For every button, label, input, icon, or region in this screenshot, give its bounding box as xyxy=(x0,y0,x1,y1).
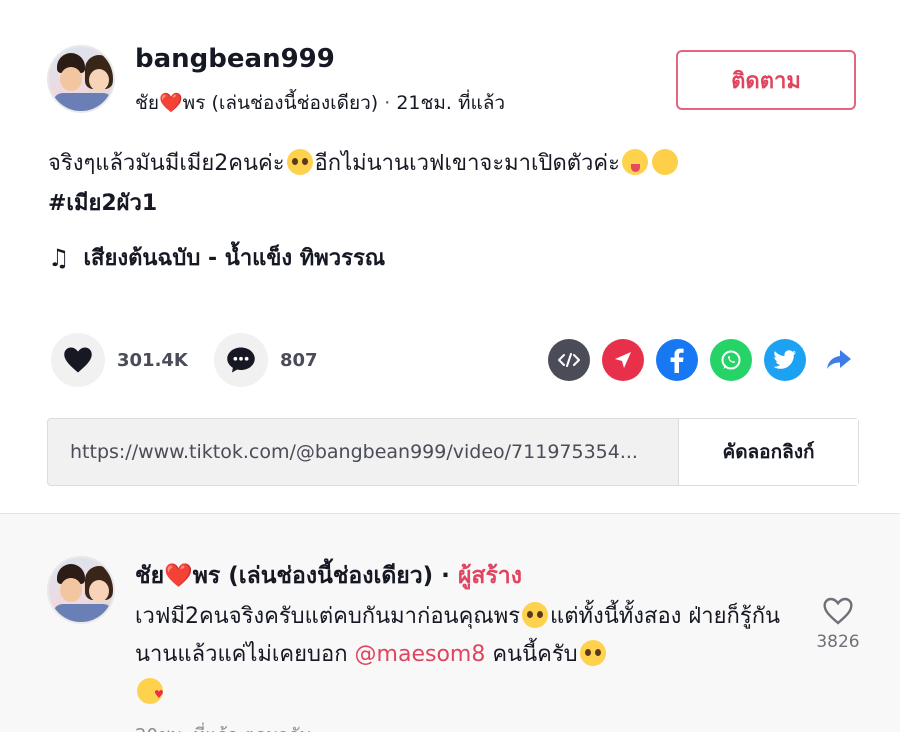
music-link[interactable]: ♫ เสียงต้นฉบับ - น้ำแข็ง ทิพวรรณ xyxy=(48,240,385,275)
creator-badge: ผู้สร้าง xyxy=(457,563,522,589)
separator-dot: · xyxy=(433,563,458,589)
smiling-face-with-hearts-emoji xyxy=(137,676,164,714)
comment-author-name[interactable]: ชัย❤️พร (เล่นช่องนี้ช่องเดียว) xyxy=(135,563,433,589)
comment-text-3: คนนี้ครับ xyxy=(485,642,578,667)
post-author-avatar[interactable] xyxy=(47,45,115,113)
video-link-url[interactable]: https://www.tiktok.com/@bangbean999/vide… xyxy=(48,419,678,485)
comment-count: 807 xyxy=(280,349,318,371)
tongue-face-emoji xyxy=(621,149,648,175)
like-group: 301.4K xyxy=(51,333,188,387)
comment-text-1: เวฟมี2คนจริงครับแต่คบกันมาก่อนคุณพร xyxy=(135,604,521,629)
post-caption: จริงๆแล้วมันมีเมีย2คนค่ะ อีกไม่นานเวฟเขาจ… xyxy=(48,144,828,224)
pleading-face-emoji xyxy=(522,602,549,628)
heart-outline-icon[interactable] xyxy=(822,596,854,626)
post-subline: ชัย❤️พร (เล่นช่องนี้ช่องเดียว) · 21ชม. ท… xyxy=(135,88,505,118)
music-note-icon: ♫ xyxy=(48,243,70,272)
comment-group: 807 xyxy=(214,333,318,387)
pleading-face-emoji xyxy=(579,640,606,666)
kissing-face-emoji xyxy=(651,149,678,175)
twitter-icon[interactable] xyxy=(764,339,806,381)
copy-link-box: https://www.tiktok.com/@bangbean999/vide… xyxy=(47,418,859,486)
comment-like-count: 3826 xyxy=(816,632,860,652)
like-button[interactable] xyxy=(51,333,105,387)
share-arrow-icon[interactable] xyxy=(818,339,860,381)
hashtag-link[interactable]: #เมีย2ผัว1 xyxy=(48,184,828,224)
send-icon[interactable] xyxy=(602,339,644,381)
like-count: 301.4K xyxy=(117,349,188,371)
pleading-face-emoji xyxy=(286,149,313,175)
heart-icon xyxy=(64,347,92,373)
comment-author-line: ชัย❤️พร (เล่นช่องนี้ช่องเดียว) · ผู้สร้า… xyxy=(135,558,522,594)
post-username[interactable]: bangbean999 xyxy=(135,44,335,74)
comment-bubble-icon xyxy=(227,347,255,373)
post-display-name[interactable]: ชัย❤️พร (เล่นช่องนี้ช่องเดียว) xyxy=(135,92,378,114)
follow-button[interactable]: ติดตาม xyxy=(676,50,856,110)
comment-text: เวฟมี2คนจริงครับแต่คบกันมาก่อนคุณพร แต่ทั… xyxy=(135,598,795,714)
comment-button[interactable] xyxy=(214,333,268,387)
mention-link[interactable]: @maesom8 xyxy=(355,642,486,667)
post-time: 21ชม. ที่แล้ว xyxy=(396,92,506,114)
music-title: เสียงต้นฉบับ - น้ำแข็ง ทิพวรรณ xyxy=(83,246,386,271)
whatsapp-icon[interactable] xyxy=(710,339,752,381)
facebook-icon[interactable] xyxy=(656,339,698,381)
embed-icon[interactable] xyxy=(548,339,590,381)
copy-link-button[interactable]: คัดลอกลิงก์ xyxy=(678,419,858,485)
comment-author-avatar[interactable] xyxy=(47,556,115,624)
comment-like-group: 3826 xyxy=(812,596,864,652)
caption-text-2: อีกไม่นานเวฟเขาจะมาเปิดตัวค่ะ xyxy=(314,151,620,176)
comment-meta: 20ชม. ที่แล้ว ตอบกลับ xyxy=(135,720,311,732)
separator-dot: · xyxy=(378,92,397,114)
caption-text-1: จริงๆแล้วมันมีเมีย2คนค่ะ xyxy=(48,151,285,176)
